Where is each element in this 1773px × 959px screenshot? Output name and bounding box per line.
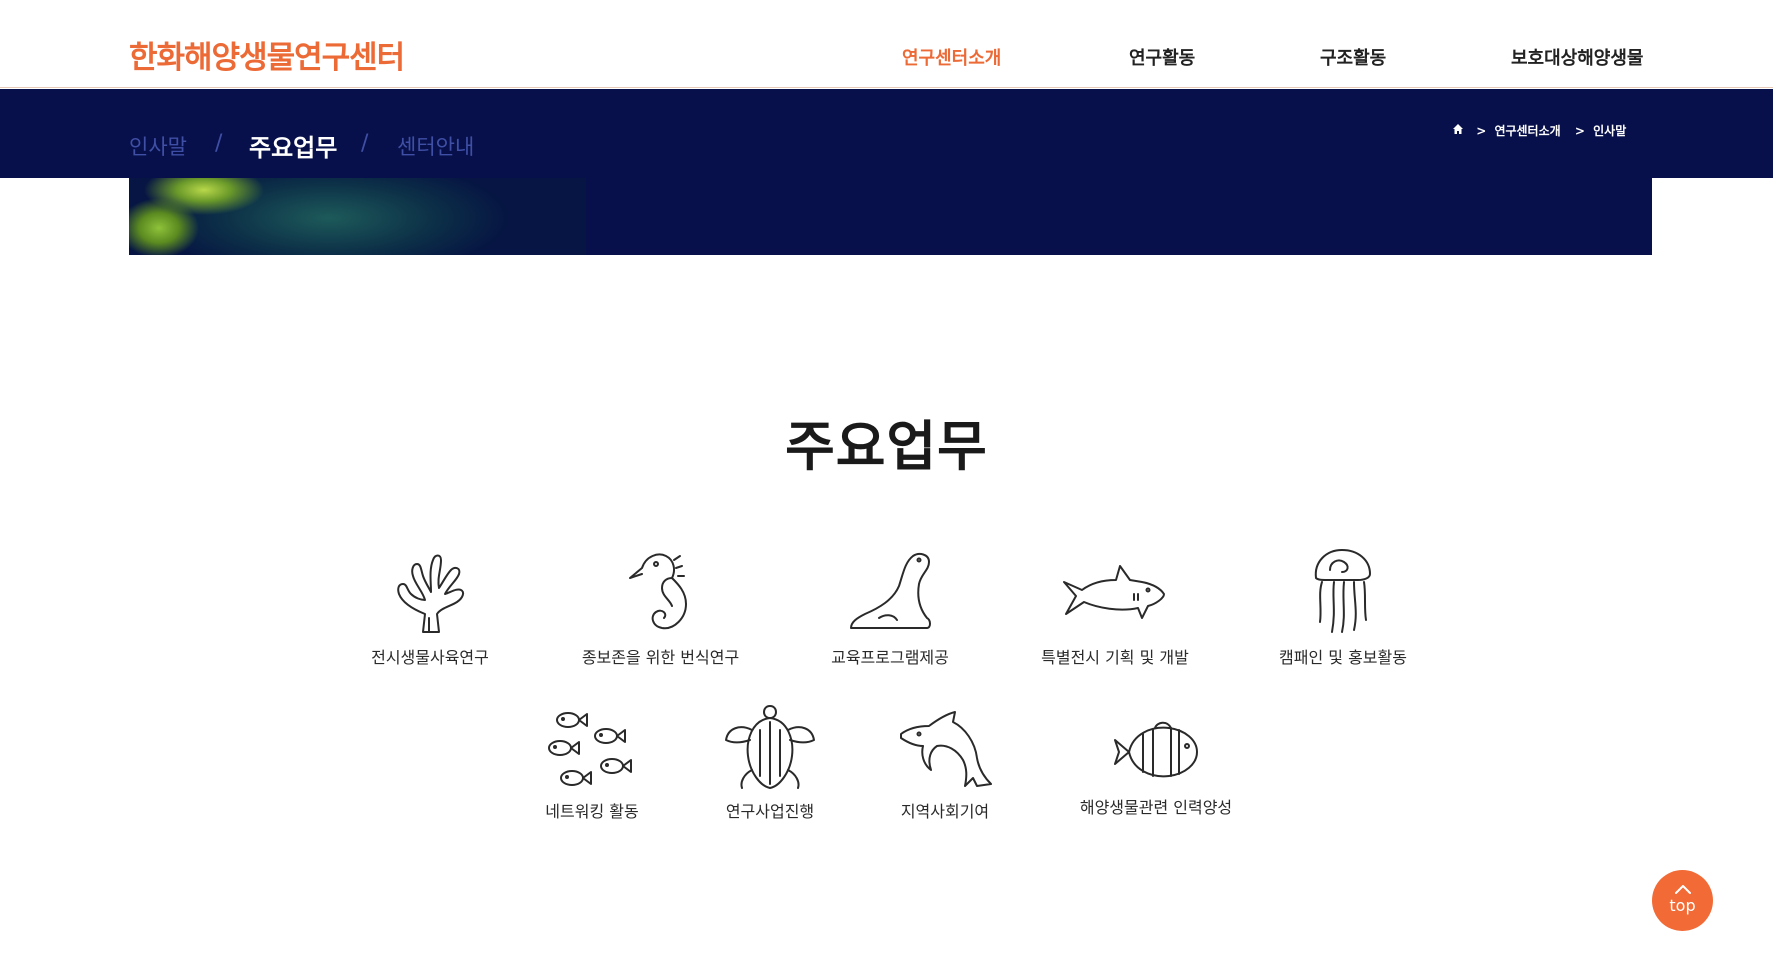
chevron-up-icon bbox=[1675, 885, 1691, 894]
breadcrumb: > 연구센터소개 > 인사말 bbox=[1452, 122, 1626, 138]
breadcrumb-arrow: > bbox=[1574, 123, 1585, 138]
nav-item-research[interactable]: 연구활동 bbox=[1129, 44, 1195, 70]
breadcrumb-item-center-intro[interactable]: 연구센터소개 bbox=[1494, 122, 1560, 139]
scroll-top-button[interactable]: top bbox=[1652, 870, 1713, 931]
work-label: 캠패인 및 홍보활동 bbox=[1279, 648, 1407, 667]
work-label: 특별전시 기획 및 개발 bbox=[1041, 648, 1189, 667]
tab-greeting[interactable]: 인사말 bbox=[129, 131, 187, 161]
work-label: 해양생물관련 인력양성 bbox=[1079, 798, 1233, 817]
work-item-exhibit-research: 전시생물사육연구 bbox=[345, 548, 515, 668]
dolphin-icon bbox=[900, 711, 992, 787]
home-icon[interactable] bbox=[1452, 123, 1464, 138]
work-label: 종보존을 위한 번식연구 bbox=[581, 648, 740, 667]
site-header: 한화해양생물연구센터 연구센터소개 연구활동 구조활동 보호대상해양생물 bbox=[0, 0, 1773, 88]
seal-icon bbox=[850, 553, 931, 629]
work-label: 전시생물사육연구 bbox=[371, 648, 489, 667]
breadcrumb-arrow: > bbox=[1476, 123, 1487, 138]
site-logo[interactable]: 한화해양생물연구센터 bbox=[129, 32, 405, 77]
clownfish-icon bbox=[1114, 721, 1198, 778]
coral-icon bbox=[397, 554, 465, 633]
tab-separator: / bbox=[361, 131, 369, 156]
work-label: 교육프로그램제공 bbox=[831, 648, 949, 667]
shark-icon bbox=[1063, 565, 1165, 619]
scroll-top-label: top bbox=[1669, 896, 1696, 915]
work-item-workforce-training: 해양생물관련 인력양성 bbox=[1066, 718, 1246, 818]
page-title: 주요업무 bbox=[785, 415, 988, 478]
turtle-icon bbox=[725, 705, 815, 789]
banner bbox=[129, 178, 1652, 255]
nav-item-center-intro[interactable]: 연구센터소개 bbox=[902, 44, 1001, 70]
work-item-breeding-research: 종보존을 위한 번식연구 bbox=[568, 548, 753, 668]
work-item-special-exhibit: 특별전시 기획 및 개발 bbox=[1026, 548, 1204, 668]
fish-school-icon bbox=[548, 712, 632, 786]
work-label: 네트워킹 활동 bbox=[545, 802, 639, 821]
work-item-research-projects: 연구사업진행 bbox=[715, 704, 825, 822]
tab-main-work[interactable]: 주요업무 bbox=[249, 128, 337, 163]
jellyfish-icon bbox=[1314, 549, 1371, 633]
work-item-community: 지역사회기여 bbox=[885, 706, 1005, 822]
work-label: 지역사회기여 bbox=[900, 802, 990, 821]
work-item-education: 교육프로그램제공 bbox=[808, 548, 972, 668]
work-item-networking: 네트워킹 활동 bbox=[532, 706, 652, 822]
tab-separator: / bbox=[215, 131, 223, 156]
work-item-campaign: 캠패인 및 홍보활동 bbox=[1258, 548, 1428, 668]
work-label: 연구사업진행 bbox=[725, 802, 815, 821]
nav-item-protected-species[interactable]: 보호대상해양생물 bbox=[1511, 44, 1643, 70]
nav-item-rescue[interactable]: 구조활동 bbox=[1320, 44, 1386, 70]
seahorse-icon bbox=[628, 553, 687, 630]
tab-center-guide[interactable]: 센터안내 bbox=[397, 131, 474, 161]
coral-reef-image bbox=[129, 178, 586, 255]
breadcrumb-item-greeting[interactable]: 인사말 bbox=[1593, 122, 1626, 139]
